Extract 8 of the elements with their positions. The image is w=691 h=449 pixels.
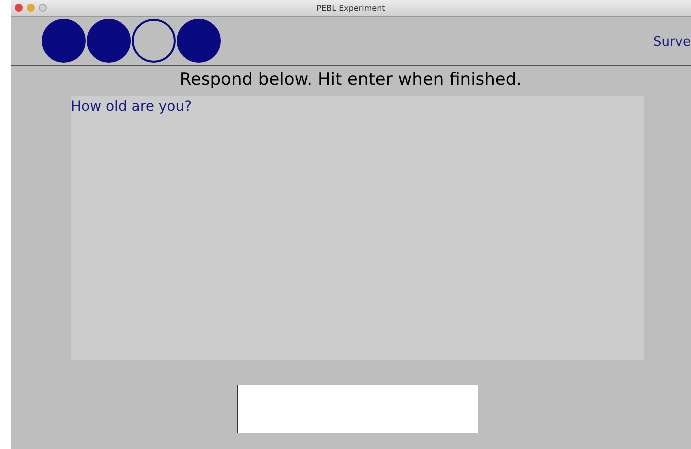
instruction-text: Respond below. Hit enter when finished. [178, 69, 524, 92]
minimize-icon[interactable] [27, 4, 35, 12]
window-title: PEBL Experiment [316, 4, 386, 12]
zoom-icon[interactable] [39, 4, 47, 12]
question-text: How old are you? [71, 99, 192, 115]
answer-field[interactable] [237, 385, 478, 433]
close-icon[interactable] [15, 4, 23, 12]
header-label: Surve [653, 34, 691, 50]
